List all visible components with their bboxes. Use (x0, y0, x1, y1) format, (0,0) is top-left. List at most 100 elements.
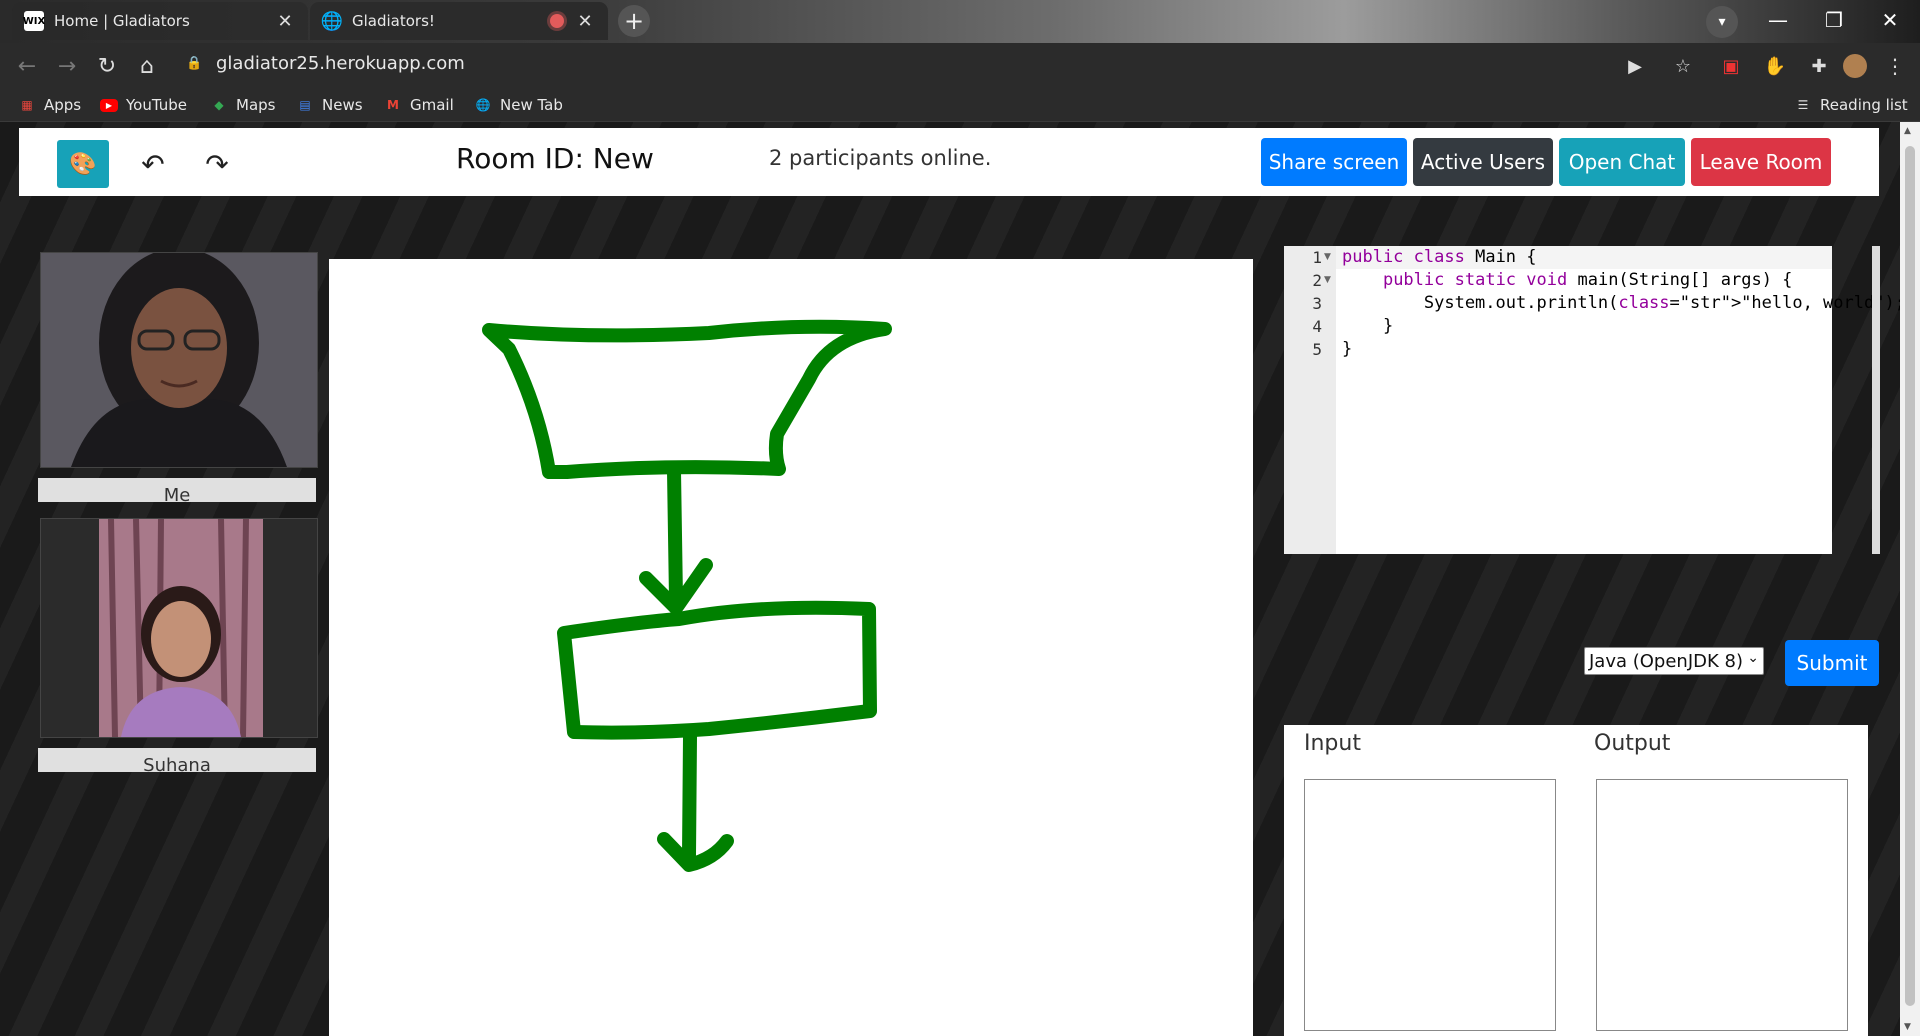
editor-gutter: 1 ▼ 2 ▼ 3 4 5 (1284, 246, 1336, 554)
code-line: public class Main { (1342, 247, 1537, 267)
bookmark-label: New Tab (500, 96, 563, 114)
minimize-icon[interactable]: — (1750, 0, 1806, 40)
redo-button[interactable]: ↷ (195, 140, 239, 188)
code-line: public static void main(String[] args) { (1382, 270, 1793, 290)
code-line: } (1342, 339, 1353, 359)
gmail-icon: M (387, 98, 399, 112)
scrollbar-thumb[interactable] (1905, 146, 1915, 1006)
kebab-menu-icon[interactable]: ⋮ (1880, 51, 1910, 81)
extension-shield-icon[interactable]: ▣ (1716, 51, 1746, 81)
bookmark-label: News (322, 96, 363, 114)
fold-arrow-icon[interactable]: ▼ (1324, 252, 1331, 262)
close-icon[interactable]: ✕ (274, 11, 296, 32)
close-icon[interactable]: ✕ (574, 11, 596, 32)
scroll-down-icon[interactable]: ▼ (1904, 1022, 1911, 1032)
recording-icon (550, 14, 564, 28)
flowchart-trapezoid (482, 319, 892, 479)
tab-search-icon[interactable]: ▾ (1706, 6, 1738, 38)
new-tab-button[interactable]: + (618, 5, 650, 37)
open-chat-button[interactable]: Open Chat (1559, 138, 1685, 186)
output-label: Output (1594, 731, 1671, 756)
bookmark-new-tab[interactable]: 🌐 New Tab (474, 94, 563, 116)
code-line: } (1342, 316, 1394, 336)
bookmark-apps[interactable]: ▦ Apps (18, 94, 81, 116)
undo-icon: ↶ (141, 147, 165, 181)
reading-list[interactable]: ☰ Reading list (1794, 94, 1908, 116)
flowchart-rectangle (557, 600, 877, 740)
video-label-suhana: Suhana (38, 748, 316, 772)
bookmark-label: YouTube (126, 96, 187, 114)
whiteboard-canvas[interactable] (329, 259, 1253, 1036)
window-close-icon[interactable]: ✕ (1862, 0, 1918, 40)
forward-arrow-icon[interactable]: → (52, 51, 82, 81)
output-textarea[interactable] (1596, 779, 1848, 1031)
code-line: System.out.println(class="str">"hello, w… (1342, 293, 1900, 313)
video-feed-me (40, 252, 318, 468)
language-select-value: Java (OpenJDK 8) (1589, 650, 1744, 672)
chevron-down-icon: ⌄ (1747, 650, 1759, 666)
bookmark-label: Gmail (410, 96, 454, 114)
room-id-title: Room ID: New (456, 142, 654, 175)
globe-icon: 🌐 (475, 98, 491, 112)
editor-scrollbar[interactable] (1872, 246, 1880, 554)
browser-toolbar: ← → ↻ ⌂ 🔒 gladiator25.herokuapp.com ▶ ☆ … (0, 43, 1920, 88)
apps-grid-icon: ▦ (21, 98, 33, 112)
palette-button[interactable]: 🎨 (57, 140, 109, 188)
address-bar[interactable]: gladiator25.herokuapp.com (216, 53, 465, 74)
io-panel: Input Output (1284, 725, 1868, 1036)
wix-icon: WIX (23, 11, 45, 31)
bookmark-maps[interactable]: ◆ Maps (210, 94, 275, 116)
language-select[interactable]: Java (OpenJDK 8) ⌄ (1584, 647, 1764, 675)
restore-icon[interactable]: ❐ (1806, 0, 1862, 40)
video-label-me: Me (38, 478, 316, 502)
participant-video-me (41, 253, 317, 467)
code-editor[interactable]: 1 ▼ 2 ▼ 3 4 5 public class Main { public… (1284, 246, 1900, 554)
globe-icon: 🌐 (320, 10, 344, 32)
page-scrollbar[interactable]: ▲ ▼ (1900, 122, 1920, 1036)
input-label: Input (1304, 731, 1361, 756)
back-arrow-icon[interactable]: ← (12, 51, 42, 81)
line-number: 2 (1312, 271, 1322, 290)
reading-list-label: Reading list (1820, 96, 1908, 114)
bookmark-label: Apps (44, 96, 82, 114)
home-icon[interactable]: ⌂ (132, 51, 162, 81)
palette-icon: 🎨 (69, 151, 97, 177)
participants-count: 2 participants online. (769, 146, 992, 170)
tab-title: Home | Gladiators (54, 12, 190, 30)
submit-button[interactable]: Submit (1785, 640, 1879, 686)
flowchart-connector-arrow-1 (639, 464, 713, 615)
flowchart-connector-arrow-2 (657, 730, 734, 872)
participant-video-suhana (41, 519, 317, 737)
whiteboard-drawing (482, 319, 892, 872)
redo-icon: ↷ (205, 147, 229, 181)
profile-avatar-icon[interactable] (1840, 51, 1870, 81)
bookmark-youtube[interactable]: ▶ YouTube (100, 94, 187, 116)
input-textarea[interactable] (1304, 779, 1556, 1031)
bookmark-gmail[interactable]: M Gmail (384, 94, 454, 116)
browser-tab-home-gladiators[interactable]: WIX Home | Gladiators ✕ (12, 2, 308, 40)
browser-tab-gladiators[interactable]: 🌐 Gladiators! ✕ (310, 2, 608, 40)
extensions-puzzle-icon[interactable]: ✚ (1804, 51, 1834, 81)
tab-title: Gladiators! (352, 12, 435, 30)
room-header: 🎨 ↶ ↷ Room ID: New 2 participants online… (19, 128, 1879, 196)
page-body: 🎨 ↶ ↷ Room ID: New 2 participants online… (0, 122, 1900, 1036)
reload-icon[interactable]: ↻ (92, 51, 122, 81)
browser-tab-strip: WIX Home | Gladiators ✕ 🌐 Gladiators! ✕ … (0, 0, 1920, 43)
undo-button[interactable]: ↶ (131, 140, 175, 188)
star-icon[interactable]: ☆ (1668, 51, 1698, 81)
reading-list-icon: ☰ (1797, 98, 1809, 112)
bookmarks-bar: ▦ Apps ▶ YouTube ◆ Maps ▤ News M Gmail 🌐… (0, 88, 1920, 122)
share-screen-button[interactable]: Share screen (1261, 138, 1407, 186)
line-number: 3 (1312, 294, 1322, 313)
lock-icon[interactable]: 🔒 (186, 56, 202, 74)
camera-icon[interactable]: ▶ (1620, 51, 1650, 81)
bookmark-news[interactable]: ▤ News (296, 94, 363, 116)
news-icon: ▤ (299, 98, 311, 112)
leave-room-button[interactable]: Leave Room (1691, 138, 1831, 186)
fold-arrow-icon[interactable]: ▼ (1324, 275, 1331, 285)
video-feed-suhana (40, 518, 318, 738)
active-users-button[interactable]: Active Users (1413, 138, 1553, 186)
extension-hand-icon[interactable]: ✋ (1760, 51, 1790, 81)
scroll-up-icon[interactable]: ▲ (1904, 126, 1911, 136)
bookmark-label: Maps (236, 96, 276, 114)
